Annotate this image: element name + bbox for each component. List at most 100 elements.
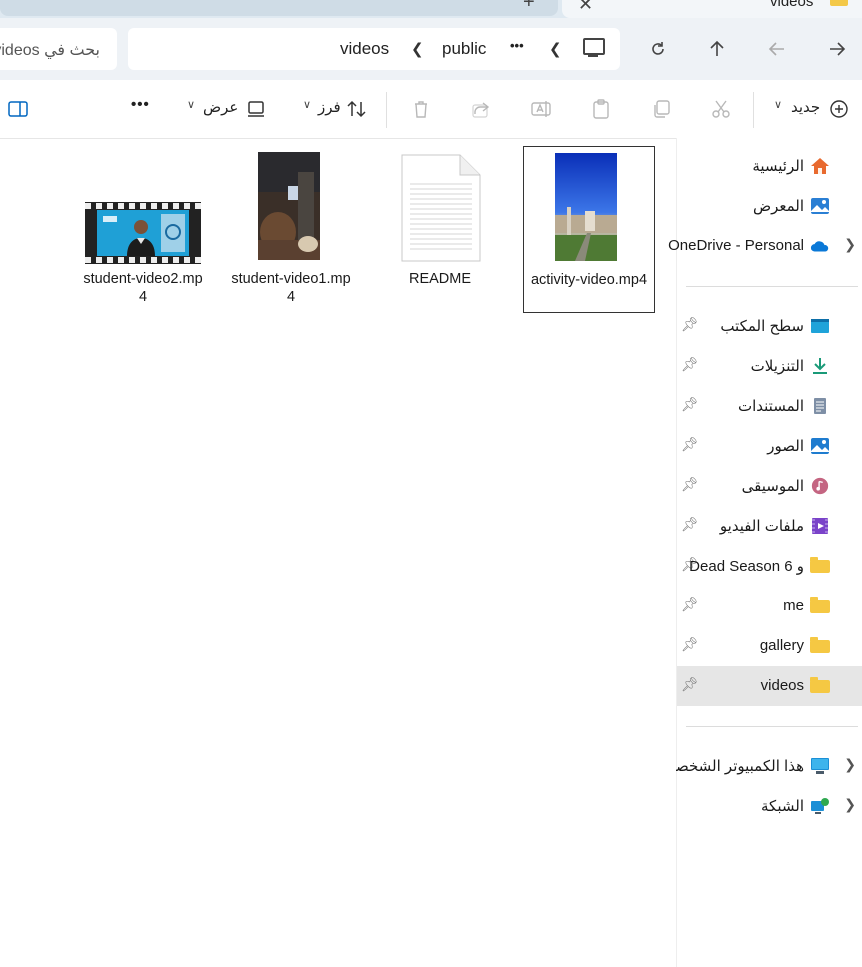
folder-icon bbox=[810, 677, 830, 693]
sidebar-item-onedrive[interactable]: ❯ OneDrive - Personal bbox=[668, 226, 862, 266]
cut-icon[interactable] bbox=[711, 99, 731, 119]
pin-icon[interactable]: 📌︎ bbox=[681, 356, 699, 373]
back-icon[interactable] bbox=[827, 39, 847, 59]
onedrive-cloud-icon bbox=[810, 241, 829, 252]
pin-icon[interactable]: 📌︎ bbox=[681, 636, 699, 653]
file-name: activity-video.mp4 bbox=[530, 272, 648, 288]
sidebar-item-music[interactable]: 📌︎ الموسيقى bbox=[677, 466, 862, 506]
sidebar-item-label: هذا الكمبيوتر الشخصي bbox=[676, 758, 804, 775]
sidebar-item-label: التنزيلات bbox=[750, 358, 804, 375]
sidebar-item-documents[interactable]: 📌︎ المستندات bbox=[677, 386, 862, 426]
sidebar-item-label: ملفات الفيديو bbox=[719, 518, 804, 535]
home-icon bbox=[811, 158, 829, 174]
pin-icon[interactable]: 📌︎ bbox=[681, 476, 699, 493]
tab-folder-icon bbox=[830, 0, 848, 6]
details-pane-icon[interactable] bbox=[8, 101, 28, 117]
sidebar-item-downloads[interactable]: 📌︎ التنزيلات bbox=[677, 346, 862, 386]
sidebar-item-pictures[interactable]: 📌︎ الصور bbox=[677, 426, 862, 466]
more-options-button[interactable]: ••• bbox=[131, 96, 150, 113]
tab-title: videos bbox=[770, 0, 814, 10]
pin-icon[interactable]: 📌︎ bbox=[681, 396, 699, 413]
sidebar-divider bbox=[686, 726, 858, 727]
breadcrumb-chevron-icon[interactable]: ❮ bbox=[411, 40, 424, 58]
folder-icon bbox=[810, 637, 830, 653]
new-plus-icon[interactable] bbox=[829, 99, 849, 119]
folder-icon bbox=[810, 557, 830, 573]
desktop-icon bbox=[811, 319, 829, 333]
file-item[interactable]: README bbox=[375, 146, 505, 311]
breadcrumb-public[interactable]: public bbox=[442, 39, 486, 59]
breadcrumb-overflow-button[interactable]: ••• bbox=[510, 38, 524, 53]
refresh-icon[interactable] bbox=[648, 39, 668, 59]
monitor-stand-icon bbox=[588, 55, 598, 57]
pin-icon[interactable]: 📌︎ bbox=[681, 676, 699, 693]
sidebar-item-label: المستندات bbox=[737, 398, 804, 415]
sort-button-label[interactable]: فرز bbox=[318, 98, 341, 116]
sidebar-item-home[interactable]: الرئيسية bbox=[677, 146, 862, 186]
sidebar-item-label: المعرض bbox=[752, 198, 804, 215]
expand-chevron-icon[interactable]: ❯ bbox=[844, 756, 856, 773]
sidebar-item-label: الصور bbox=[767, 438, 804, 455]
delete-icon[interactable] bbox=[411, 99, 431, 119]
pin-icon[interactable]: 📌︎ bbox=[681, 316, 699, 333]
sidebar-item-videos-library[interactable]: 📌︎ ملفات الفيديو bbox=[677, 506, 862, 546]
breadcrumb-chevron-icon[interactable]: ❮ bbox=[549, 40, 562, 58]
sidebar-item-folder[interactable]: 📌︎ Dead Season 6 و bbox=[677, 546, 862, 586]
downloads-icon bbox=[813, 358, 827, 374]
close-tab-button[interactable]: ✕ bbox=[578, 0, 593, 15]
sidebar-item-label: OneDrive - Personal bbox=[668, 237, 804, 254]
sidebar-item-label: videos bbox=[760, 677, 804, 694]
pin-icon[interactable]: 📌︎ bbox=[681, 436, 699, 453]
copy-icon[interactable] bbox=[651, 99, 671, 119]
sidebar-item-label: سطح المكتب bbox=[720, 318, 804, 335]
up-arrow-icon[interactable] bbox=[707, 39, 727, 59]
command-separator bbox=[753, 92, 754, 128]
sidebar-item-label: Dead Season 6 و bbox=[689, 558, 804, 575]
video-thumbnail bbox=[555, 153, 617, 261]
new-chevron-down-icon[interactable]: ∨ bbox=[774, 98, 782, 111]
videos-library-icon bbox=[812, 518, 828, 534]
file-item-selected[interactable]: activity-video.mp4 bbox=[523, 146, 655, 313]
folder-icon bbox=[810, 597, 830, 613]
search-placeholder: بحث في videos bbox=[0, 42, 100, 59]
rename-icon[interactable] bbox=[530, 99, 552, 119]
sort-icon[interactable] bbox=[346, 100, 368, 118]
tab-active[interactable] bbox=[562, 0, 862, 18]
sidebar-item-label: gallery bbox=[759, 637, 804, 654]
forward-icon[interactable] bbox=[767, 39, 787, 59]
sidebar-divider bbox=[686, 286, 858, 287]
pin-icon[interactable]: 📌︎ bbox=[681, 516, 699, 533]
sort-chevron-down-icon[interactable]: ∨ bbox=[303, 98, 311, 111]
breadcrumb-videos[interactable]: videos bbox=[340, 39, 389, 59]
sidebar-item-label: الشبكة bbox=[761, 798, 804, 815]
sidebar-item-folder[interactable]: 📌︎ me bbox=[677, 586, 862, 626]
this-pc-breadcrumb-icon[interactable] bbox=[583, 38, 605, 55]
expand-chevron-icon[interactable]: ❯ bbox=[844, 236, 856, 253]
view-button-label[interactable]: عرض bbox=[203, 98, 238, 116]
command-separator bbox=[386, 92, 387, 128]
new-button-label[interactable]: جديد bbox=[791, 98, 820, 116]
command-bar bbox=[0, 80, 862, 139]
sidebar-item-folder[interactable]: 📌︎ gallery bbox=[677, 626, 862, 666]
file-name: student-video2.mp4 bbox=[83, 271, 203, 305]
expand-chevron-icon[interactable]: ❯ bbox=[844, 796, 856, 813]
network-icon bbox=[811, 798, 829, 814]
sidebar-item-gallery[interactable]: المعرض bbox=[677, 186, 862, 226]
tab-previous[interactable] bbox=[0, 0, 558, 16]
sidebar-item-this-pc[interactable]: ❯ هذا الكمبيوتر الشخصي bbox=[676, 746, 862, 786]
paste-icon[interactable] bbox=[591, 99, 611, 119]
file-item[interactable]: student-video2.mp4 bbox=[78, 146, 208, 311]
view-icon[interactable] bbox=[247, 101, 265, 117]
sidebar-item-label: me bbox=[783, 597, 804, 614]
video-thumbnail bbox=[258, 152, 320, 260]
view-chevron-down-icon[interactable]: ∨ bbox=[187, 98, 195, 111]
sidebar-item-label: الرئيسية bbox=[752, 158, 804, 175]
pin-icon[interactable]: 📌︎ bbox=[681, 596, 699, 613]
document-icon bbox=[401, 154, 481, 262]
file-item[interactable]: student-video1.mp4 bbox=[226, 146, 356, 311]
sidebar-item-network[interactable]: ❯ الشبكة bbox=[677, 786, 862, 826]
sidebar-item-desktop[interactable]: 📌︎ سطح المكتب bbox=[677, 306, 862, 346]
sidebar-item-videos-selected[interactable]: 📌︎ videos bbox=[677, 666, 862, 706]
share-icon[interactable] bbox=[471, 99, 491, 119]
new-tab-button[interactable]: + bbox=[523, 0, 535, 14]
